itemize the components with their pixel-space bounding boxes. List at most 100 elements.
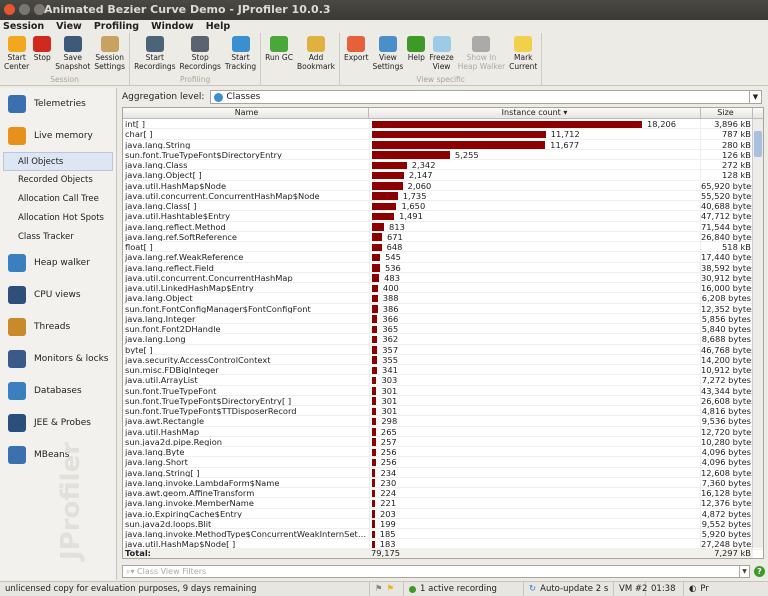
table-row[interactable]: java.util.concurrent.ConcurrentHashMap 48… xyxy=(123,272,763,283)
table-row[interactable]: sun.java2d.pipe.Region 257 10,280 bytes xyxy=(123,436,763,447)
size-value: 5,920 bytes xyxy=(701,529,751,539)
column-header-name[interactable]: Name xyxy=(123,108,369,118)
table-row[interactable]: java.lang.reflect.Method 813 71,544 bytes xyxy=(123,221,763,232)
table-row[interactable]: java.util.LinkedHashMap$Entry 400 16,000 b… xyxy=(123,283,763,294)
table-row[interactable]: java.util.Hashtable$Entry 1,491 47,712 byt… xyxy=(123,211,763,222)
sidebar-subitem-class-tracker[interactable]: Class Tracker xyxy=(0,228,116,247)
table-row[interactable]: java.lang.Integer 366 5,856 bytes xyxy=(123,313,763,324)
help-button[interactable]: Help xyxy=(405,33,427,75)
table-row[interactable]: sun.font.TrueTypeFont$DirectoryEntry 5,25… xyxy=(123,149,763,160)
save-snapshot-button[interactable]: Save Snapshot xyxy=(53,33,92,75)
start-center-button[interactable]: Start Center xyxy=(2,33,31,75)
table-row[interactable]: java.awt.Rectangle 298 9,536 bytes xyxy=(123,416,763,427)
table-row[interactable]: java.lang.Long 362 8,688 bytes xyxy=(123,334,763,345)
table-row[interactable]: java.lang.invoke.MemberName 221 12,376 byt… xyxy=(123,498,763,509)
table-row[interactable]: java.lang.reflect.Field 536 38,592 bytes xyxy=(123,262,763,273)
show-in-heap-walker-button[interactable]: Show In Heap Walker xyxy=(456,33,507,75)
instance-count-bar xyxy=(372,315,378,323)
table-row[interactable]: int[ ] 18,206 3,896 kB xyxy=(123,119,763,130)
class-name: sun.java2d.pipe.Region xyxy=(125,436,223,446)
table-row[interactable]: java.lang.String 11,677 280 kB xyxy=(123,139,763,150)
instance-count-cell: 5,255 xyxy=(369,149,701,160)
sidebar-subitem-allocation-call-tree[interactable]: Allocation Call Tree xyxy=(0,190,116,209)
table-row[interactable]: sun.misc.FDBigInteger 341 10,912 bytes xyxy=(123,365,763,376)
sidebar-item-telemetries[interactable]: Telemetries xyxy=(0,88,116,120)
table-row[interactable]: java.lang.Short 256 4,096 bytes xyxy=(123,457,763,468)
table-row[interactable]: java.io.ExpiringCache$Entry 203 4,872 byte… xyxy=(123,508,763,519)
table-row[interactable]: java.util.HashMap$Node 2,060 65,920 bytes xyxy=(123,180,763,191)
class-name: java.security.AccessControlContext xyxy=(125,354,271,364)
table-row[interactable]: java.lang.Byte 256 4,096 bytes xyxy=(123,447,763,458)
column-header-instance-count[interactable]: Instance count ▾ xyxy=(369,108,701,118)
table-row[interactable]: sun.font.TrueTypeFont$TTDisposerRecord 30… xyxy=(123,406,763,417)
table-row[interactable]: java.lang.Class 2,342 272 kB xyxy=(123,160,763,171)
table-row[interactable]: java.lang.Object[ ] 2,147 128 kB xyxy=(123,170,763,181)
table-row[interactable]: char[ ] 11,712 787 kB xyxy=(123,129,763,140)
menu-help[interactable]: Help xyxy=(206,20,230,33)
sidebar-subitem-all-objects[interactable]: All Objects xyxy=(3,152,113,171)
class-view-filter-input[interactable]: ⌕▾ Class View Filters ▼ xyxy=(122,565,750,578)
button-label: Save Snapshot xyxy=(55,53,91,71)
filter-dropdown-icon[interactable]: ▼ xyxy=(739,566,749,577)
run-gc-button[interactable]: Run GC xyxy=(263,33,295,75)
menu-view[interactable]: View xyxy=(56,20,82,33)
search-icon: ⌕▾ xyxy=(126,567,138,576)
table-row[interactable]: java.lang.String[ ] 234 12,608 bytes xyxy=(123,467,763,478)
sidebar-subitem-recorded-objects[interactable]: Recorded Objects xyxy=(0,171,116,190)
table-row[interactable]: java.lang.ref.SoftReference 671 26,840 byt… xyxy=(123,231,763,242)
aggregation-select[interactable]: Classes ▼ xyxy=(210,90,762,104)
menu-profiling[interactable]: Profiling xyxy=(94,20,139,33)
column-header-size[interactable]: Size xyxy=(701,108,753,118)
table-row[interactable]: float[ ] 648 518 kB xyxy=(123,242,763,253)
sidebar-item-databases[interactable]: Databases xyxy=(0,375,116,407)
table-row[interactable]: java.lang.Object 388 6,208 bytes xyxy=(123,293,763,304)
class-name: java.lang.Short xyxy=(125,457,188,467)
export-button[interactable]: Export xyxy=(342,33,371,75)
menu-session[interactable]: Session xyxy=(3,20,44,33)
view-settings-button[interactable]: View Settings xyxy=(371,33,406,75)
chevron-down-icon[interactable]: ▼ xyxy=(749,91,761,103)
sidebar-item-threads[interactable]: Threads xyxy=(0,311,116,343)
scrollbar-thumb[interactable] xyxy=(754,131,762,157)
add-bookmark-button[interactable]: Add Bookmark xyxy=(295,33,337,75)
sidebar-item-jee-probes[interactable]: JEE & Probes xyxy=(0,407,116,439)
menu-window[interactable]: Window xyxy=(151,20,194,33)
table-row[interactable]: java.awt.geom.AffineTransform 224 16,128 b… xyxy=(123,488,763,499)
table-row[interactable]: java.lang.invoke.MethodType$ConcurrentWe… xyxy=(123,529,763,540)
table-row[interactable]: java.util.HashMap 265 12,720 bytes xyxy=(123,426,763,437)
class-name: sun.font.FontConfigManager$FontConfigFon… xyxy=(125,303,311,313)
minimize-window-button[interactable] xyxy=(19,4,30,15)
stop-button[interactable]: Stop xyxy=(31,33,53,75)
table-row[interactable]: sun.font.TrueTypeFont$DirectoryEntry[ ] 3… xyxy=(123,395,763,406)
table-row[interactable]: java.lang.ref.WeakReference 545 17,440 byt… xyxy=(123,252,763,263)
sidebar-item-live-memory[interactable]: Live memory xyxy=(0,120,116,152)
table-row[interactable]: java.util.ArrayList 303 7,272 bytes xyxy=(123,375,763,386)
table-row[interactable]: sun.java2d.loops.Blit 199 9,552 bytes xyxy=(123,518,763,529)
stop-recordings-button[interactable]: Stop Recordings xyxy=(178,33,223,75)
bookmark-flag-icon[interactable]: ⚑ ⚑ xyxy=(370,582,404,596)
vertical-scrollbar[interactable] xyxy=(752,119,763,548)
table-row[interactable]: sun.font.TrueTypeFont 301 43,344 bytes xyxy=(123,385,763,396)
autoupdate-status[interactable]: ↻ Auto-update 2 s xyxy=(524,582,614,596)
table-row[interactable]: sun.font.FontConfigManager$FontConfigFon… xyxy=(123,303,763,314)
recording-status[interactable]: 1 active recording xyxy=(404,582,524,596)
mark-current-button[interactable]: Mark Current xyxy=(507,33,539,75)
start-tracking-button[interactable]: Start Tracking xyxy=(223,33,258,75)
table-row[interactable]: java.util.concurrent.ConcurrentHashMap$N… xyxy=(123,190,763,201)
sidebar-subitem-allocation-hot-spots[interactable]: Allocation Hot Spots xyxy=(0,209,116,228)
table-row[interactable]: sun.font.Font2DHandle 365 5,840 bytes xyxy=(123,324,763,335)
table-row[interactable]: byte[ ] 357 46,768 bytes xyxy=(123,344,763,355)
sidebar-item-heap-walker[interactable]: Heap walker xyxy=(0,247,116,279)
table-row[interactable]: java.security.AccessControlContext 355 14,… xyxy=(123,354,763,365)
close-window-button[interactable] xyxy=(4,4,15,15)
instance-count-cell: 303 xyxy=(369,375,701,385)
session-settings-button[interactable]: Session Settings xyxy=(92,33,127,75)
start-recordings-button[interactable]: Start Recordings xyxy=(132,33,177,75)
table-row[interactable]: java.lang.Class[ ] 1,650 40,688 bytes xyxy=(123,201,763,212)
sidebar-item-cpu-views[interactable]: CPU views xyxy=(0,279,116,311)
freeze-view-button[interactable]: Freeze View xyxy=(427,33,455,75)
toolbar-group-profiling: Start Recordings Stop Recordings Start Tra… xyxy=(130,33,262,85)
table-row[interactable]: java.lang.invoke.LambdaForm$Name 230 7,360… xyxy=(123,477,763,488)
help-icon[interactable]: ? xyxy=(754,566,765,577)
sidebar-item-monitors-locks[interactable]: Monitors & locks xyxy=(0,343,116,375)
